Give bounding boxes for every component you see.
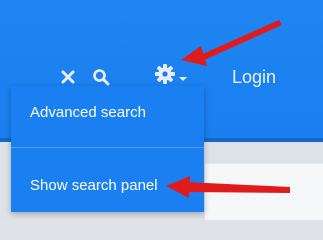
settings-dropdown-menu: Advanced search Show search panel — [11, 86, 204, 212]
search-icon[interactable] — [91, 67, 111, 87]
login-link[interactable]: Login — [232, 67, 276, 87]
menu-item-show-search-panel[interactable]: Show search panel — [11, 172, 204, 200]
content-panel — [205, 163, 323, 220]
settings-menu-toggle[interactable] — [151, 64, 189, 86]
caret-down-icon — [178, 67, 187, 86]
close-icon[interactable] — [58, 67, 78, 87]
menu-item-advanced-search[interactable]: Advanced search — [11, 99, 204, 127]
menu-divider — [11, 147, 204, 148]
